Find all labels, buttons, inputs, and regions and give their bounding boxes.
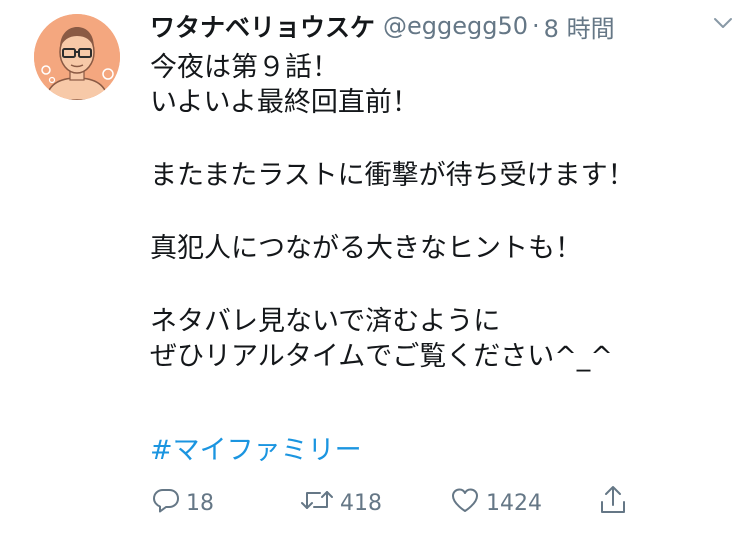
tweet-line: ネタバレ見ないで済むように [150, 306, 501, 337]
tweet-line: またまたラストに衝撃が待ち受けます！ [150, 160, 635, 191]
avatar-illustration [34, 14, 120, 100]
chevron-down-icon[interactable] [710, 10, 736, 36]
tweet-line: ぜひリアルタイムでご覧ください^_^ [150, 341, 613, 372]
tweet-body: 今夜は第９話！ いよいよ最終回直前！ またまたラストに衝撃が待ち受けます！ 真犯… [150, 50, 730, 374]
hashtag-row: #マイファミリー [150, 433, 362, 468]
tweet-timestamp[interactable]: 8 時間 [544, 9, 615, 44]
author-handle[interactable]: @eggegg50 [383, 12, 528, 40]
like-icon [450, 486, 486, 520]
tweet-line: いよいよ最終回直前！ [150, 87, 419, 118]
reply-icon [152, 486, 186, 520]
author-name[interactable]: ワタナベリョウスケ [150, 8, 375, 44]
reply-count: 18 [186, 490, 214, 516]
share-icon [598, 484, 634, 522]
tweet-line: 真犯人につながる大きなヒントも！ [150, 233, 582, 264]
share-button[interactable] [598, 483, 634, 523]
header-separator: · [532, 12, 540, 40]
retweet-button[interactable]: 418 [300, 483, 382, 523]
retweet-count: 418 [340, 490, 382, 516]
like-button[interactable]: 1424 [450, 483, 542, 523]
like-count: 1424 [486, 490, 542, 516]
retweet-icon [300, 486, 340, 520]
tweet-line: 今夜は第９話！ [150, 52, 339, 83]
hashtag-link[interactable]: #マイファミリー [150, 435, 362, 466]
tweet-header: ワタナベリョウスケ @eggegg50 · 8 時間 [150, 6, 730, 46]
tweet-actions: 18 418 1424 [150, 483, 650, 523]
reply-button[interactable]: 18 [152, 483, 214, 523]
avatar[interactable] [34, 14, 120, 100]
